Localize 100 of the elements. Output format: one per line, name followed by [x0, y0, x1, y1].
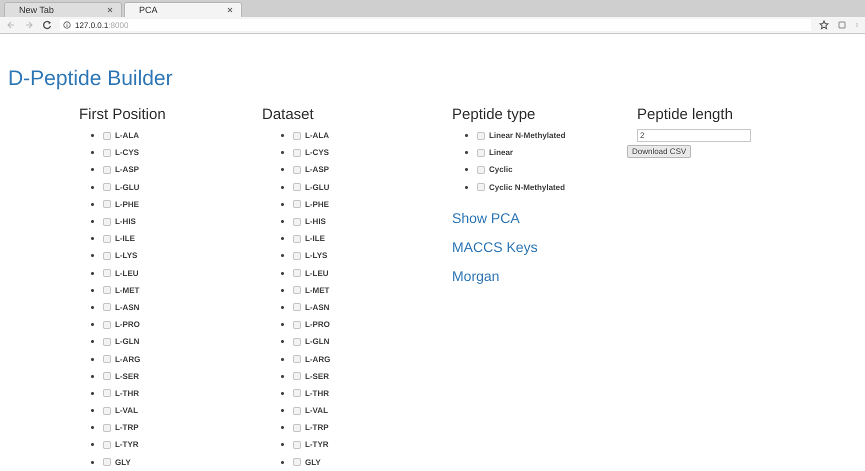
bullet-icon — [281, 272, 284, 275]
download-button[interactable]: Download CSV — [627, 145, 692, 158]
checkbox[interactable] — [103, 183, 111, 192]
checkbox-label: GLY — [115, 458, 131, 467]
info-icon — [63, 21, 71, 29]
bullet-icon — [281, 323, 284, 326]
checkbox[interactable] — [293, 303, 301, 312]
checkbox[interactable] — [103, 166, 111, 174]
bullet-icon — [91, 288, 94, 292]
checkbox[interactable] — [103, 269, 111, 278]
checkbox[interactable] — [103, 389, 111, 398]
checkbox[interactable] — [293, 252, 301, 260]
bullet-icon — [91, 237, 94, 240]
close-icon[interactable] — [227, 7, 233, 13]
bullet-icon — [281, 409, 284, 412]
checkbox[interactable] — [103, 200, 111, 208]
checkbox-label: L-LEU — [115, 268, 139, 278]
forward-arrow-icon[interactable] — [24, 20, 34, 30]
checkbox[interactable] — [293, 440, 301, 449]
checkbox[interactable] — [293, 148, 301, 157]
bullet-icon — [91, 272, 94, 275]
checkbox-label: L-ARG — [115, 354, 140, 364]
checkbox-label: L-PRO — [305, 320, 330, 330]
checkbox-label: L-HIS — [115, 217, 136, 226]
checkbox[interactable] — [103, 424, 111, 432]
checkbox[interactable] — [293, 200, 301, 208]
checkbox-label: L-MET — [305, 286, 330, 295]
checkbox[interactable] — [103, 355, 111, 364]
extension-icon[interactable] — [837, 20, 847, 30]
checkbox[interactable] — [293, 269, 301, 278]
checkbox[interactable] — [103, 372, 111, 380]
star-icon[interactable] — [819, 20, 829, 30]
bullet-icon — [281, 186, 284, 189]
checkbox-label: L-VAL — [115, 406, 138, 416]
browser-tab[interactable]: New Tab — [4, 2, 122, 17]
checkbox[interactable] — [293, 406, 301, 415]
checkbox[interactable] — [103, 406, 111, 415]
checkbox[interactable] — [103, 320, 111, 329]
checkbox-label: L-SER — [115, 372, 139, 381]
checkbox[interactable] — [103, 458, 111, 466]
checkbox[interactable] — [293, 372, 301, 380]
tab-title: New Tab — [19, 5, 54, 15]
bullet-icon — [91, 134, 94, 138]
bullet-icon — [281, 443, 284, 446]
checkbox[interactable] — [103, 234, 111, 243]
checkbox-label: L-THR — [305, 388, 329, 398]
page-title: D-Peptide Builder — [8, 66, 173, 91]
length-input[interactable]: 2 — [637, 129, 751, 142]
checkbox-label: L-ILE — [305, 234, 325, 244]
browser-tab[interactable]: PCA — [124, 2, 242, 17]
checkbox-label: L-THR — [115, 388, 139, 398]
checkbox[interactable] — [293, 458, 301, 466]
close-icon[interactable] — [107, 7, 113, 13]
checkbox[interactable] — [103, 252, 111, 260]
checkbox-label: L-GLN — [305, 337, 330, 346]
checkbox[interactable] — [103, 132, 111, 140]
checkbox[interactable] — [103, 440, 111, 449]
url-field[interactable]: 127.0.0.1:8000 — [60, 19, 811, 31]
checkbox[interactable] — [293, 218, 301, 226]
checkbox-label: L-GLU — [305, 182, 330, 192]
checkbox[interactable] — [103, 303, 111, 312]
checkbox-label: L-GLU — [115, 182, 140, 192]
checkbox[interactable] — [293, 183, 301, 192]
nav-link[interactable]: Show PCA — [452, 208, 520, 227]
checkbox[interactable] — [103, 338, 111, 346]
bullet-icon — [465, 168, 468, 172]
bullet-icon — [91, 220, 94, 224]
checkbox[interactable] — [103, 148, 111, 157]
bullet-icon — [281, 237, 284, 240]
checkbox[interactable] — [293, 389, 301, 398]
bullet-icon — [91, 323, 94, 326]
checkbox[interactable] — [477, 148, 485, 157]
checkbox[interactable] — [293, 355, 301, 364]
back-arrow-icon[interactable] — [6, 20, 16, 30]
checkbox[interactable] — [293, 234, 301, 243]
checkbox[interactable] — [477, 132, 485, 140]
bullet-icon — [281, 202, 284, 206]
checkbox[interactable] — [477, 166, 485, 174]
checkbox-label: Linear — [489, 148, 514, 158]
checkbox[interactable] — [103, 286, 111, 294]
nav-link[interactable]: Morgan — [452, 266, 500, 285]
checkbox[interactable] — [103, 218, 111, 226]
bullet-icon — [465, 151, 468, 154]
checkbox-label: L-PHE — [305, 200, 329, 209]
checkbox[interactable] — [293, 424, 301, 432]
checkbox[interactable] — [477, 183, 485, 192]
checkbox[interactable] — [293, 132, 301, 140]
bullet-icon — [91, 306, 94, 309]
checkbox[interactable] — [293, 338, 301, 346]
reload-icon[interactable] — [42, 20, 52, 30]
bullet-icon — [465, 186, 468, 189]
checkbox-label: Cyclic — [489, 165, 513, 174]
checkbox[interactable] — [293, 286, 301, 294]
nav-link[interactable]: MACCS Keys — [452, 238, 538, 256]
bullet-icon — [91, 202, 94, 206]
checkbox[interactable] — [293, 320, 301, 329]
bullet-icon — [91, 151, 94, 154]
checkbox-label: L-LEU — [305, 268, 329, 278]
bullet-icon — [281, 168, 284, 172]
checkbox[interactable] — [293, 166, 301, 174]
